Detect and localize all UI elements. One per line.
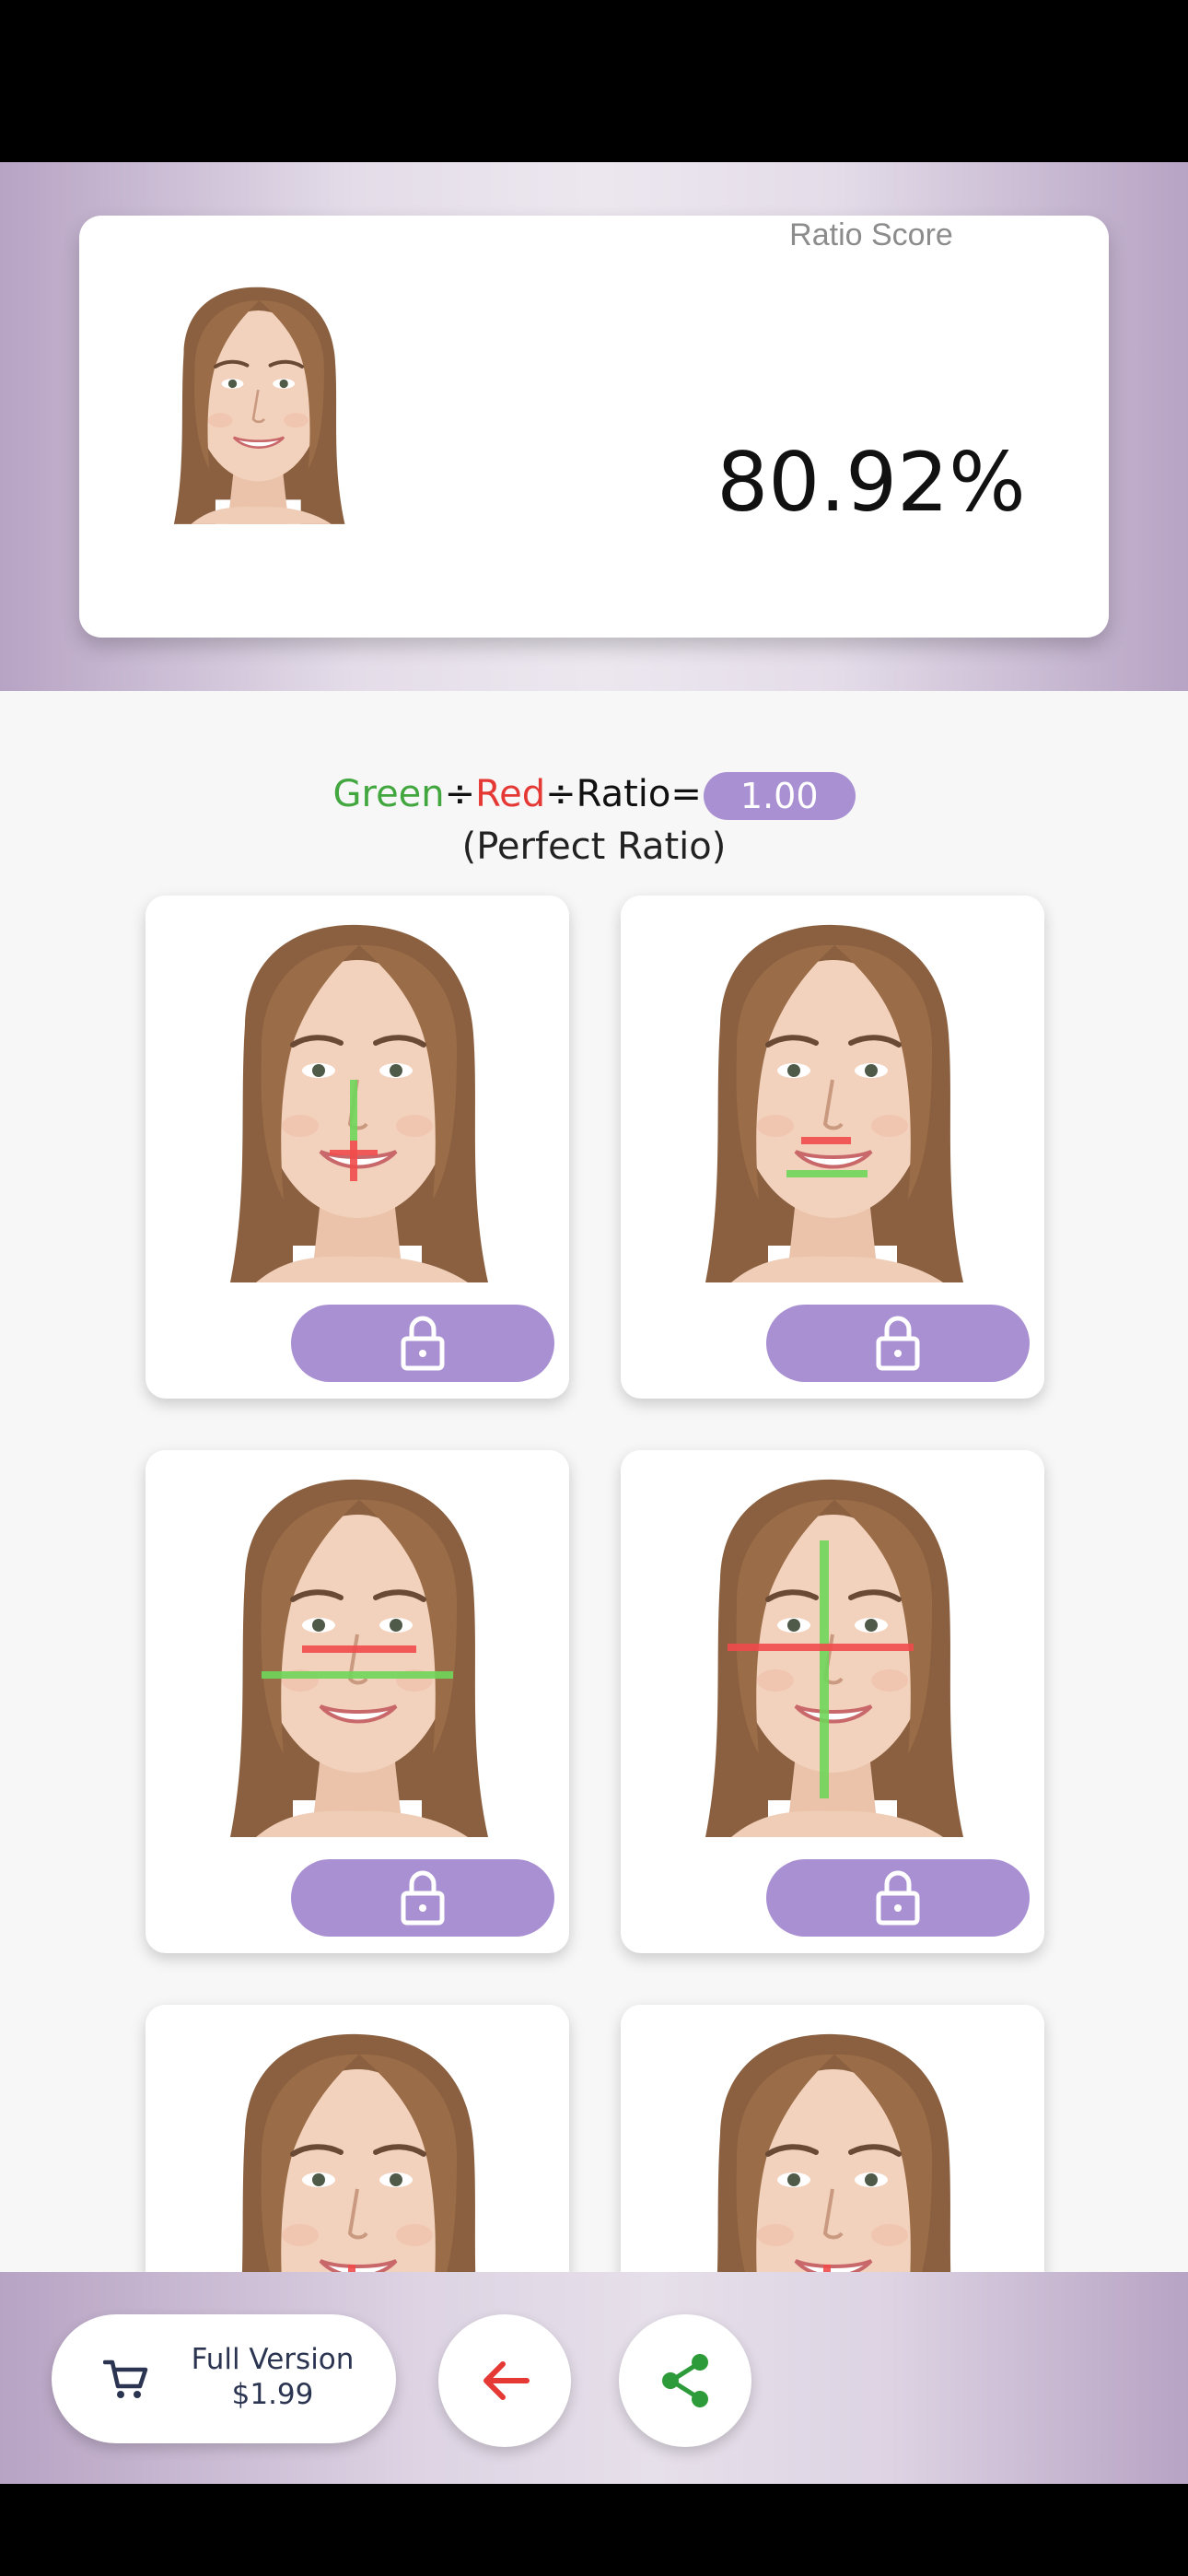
- perfect-ratio-caption: (Perfect Ratio): [461, 825, 727, 868]
- unlock-button[interactable]: [766, 1305, 1030, 1382]
- bottom-toolbar: Full Version $1.99: [0, 2272, 1188, 2484]
- lock-icon: [876, 1316, 920, 1371]
- ratio-card[interactable]: [621, 896, 1044, 1399]
- ratio-overlay: [823, 2265, 831, 2272]
- lock-icon: [401, 1316, 445, 1371]
- unlock-button[interactable]: [291, 1305, 554, 1382]
- lock-icon: [876, 1870, 920, 1926]
- back-button[interactable]: [438, 2314, 571, 2447]
- buy-title: Full Version: [191, 2343, 355, 2376]
- cart-icon: [103, 2359, 148, 2398]
- ratio-overlay: [262, 1645, 453, 1679]
- score-card: Ratio Score 80.92%: [79, 216, 1109, 638]
- results-area: Green÷Red÷Ratio= 1.00 (Perfect Ratio): [0, 691, 1188, 2272]
- arrow-left-icon: [483, 2361, 530, 2400]
- share-button[interactable]: [619, 2314, 751, 2447]
- ratio-overlay: [330, 1080, 378, 1181]
- unlock-button[interactable]: [291, 1859, 554, 1937]
- unlock-button[interactable]: [766, 1859, 1030, 1937]
- ratio-score-value: 80.92%: [716, 435, 1026, 530]
- lock-icon: [401, 1870, 445, 1926]
- ratio-legend: Green÷Red÷Ratio= 1.00: [0, 772, 1188, 820]
- ratio-card[interactable]: [621, 2005, 1044, 2272]
- ratio-overlay: [728, 1540, 914, 1798]
- ratio-overlay: [786, 1137, 868, 1177]
- ratio-card[interactable]: [146, 896, 569, 1399]
- ratio-overlay: [348, 2265, 355, 2272]
- legend-divide: ÷: [545, 773, 577, 815]
- buy-label: Full Version $1.99: [162, 2342, 383, 2412]
- legend-red: Red: [475, 773, 546, 815]
- status-bar: [0, 0, 1188, 162]
- ratio-score-label: Ratio Score: [789, 217, 953, 252]
- legend-ratio: Ratio=: [576, 773, 702, 815]
- ratio-card[interactable]: [146, 2005, 569, 2272]
- portrait-image: [168, 241, 472, 610]
- ratio-card[interactable]: [146, 1450, 569, 1953]
- share-icon: [662, 2354, 708, 2407]
- buy-price: $1.99: [231, 2378, 314, 2411]
- ratio-value-badge: 1.00: [703, 772, 856, 820]
- ratio-card[interactable]: [621, 1450, 1044, 1953]
- legend-divide: ÷: [444, 773, 476, 815]
- header-band: Ratio Score 80.92%: [0, 162, 1188, 691]
- navigation-bar: [0, 2484, 1188, 2576]
- legend-green: Green: [332, 773, 445, 815]
- buy-full-version-button[interactable]: Full Version $1.99: [52, 2314, 396, 2443]
